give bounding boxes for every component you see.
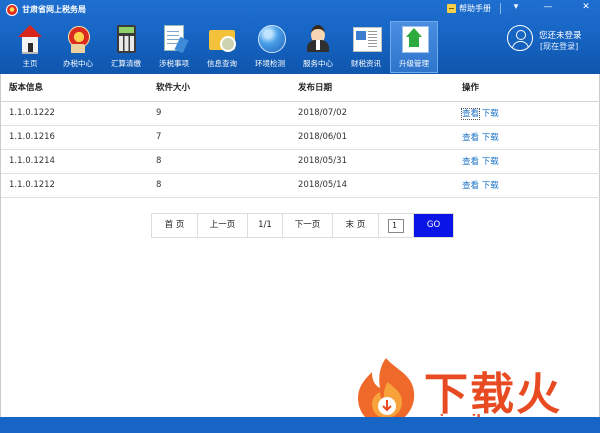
toolbar-item-label: 升级管理 — [399, 59, 429, 68]
version-cell: 1.1.0.1214 — [1, 149, 156, 174]
toolbar-item-label: 信息查询 — [207, 59, 237, 68]
view-link[interactable]: 查看 — [462, 133, 479, 143]
toolbar-item-label: 财税资讯 — [351, 59, 381, 68]
tax-bureau-logo-icon — [6, 4, 18, 16]
date-cell: 2018/06/01 — [298, 125, 462, 150]
size-cell: 9 — [156, 101, 298, 126]
calculator-icon — [110, 24, 142, 54]
prev-page-button[interactable]: 上一页 — [198, 214, 248, 237]
actions-cell: 查看 下载 — [460, 101, 600, 126]
download-link[interactable]: 下载 — [482, 181, 499, 191]
download-link[interactable]: 下载 — [482, 157, 499, 167]
toolbar-item-label: 涉税事项 — [159, 59, 189, 68]
column-header-actions: 操作 — [462, 74, 600, 102]
user-avatar-icon[interactable] — [507, 25, 533, 51]
upgrade-arrow-icon — [398, 24, 430, 54]
size-cell: 7 — [156, 125, 298, 150]
size-cell: 8 — [156, 173, 298, 198]
newspaper-icon — [350, 24, 382, 54]
column-header-date: 发布日期 — [298, 74, 462, 102]
table-row: 1.1.0.1214 8 2018/05/31 查看 下载 — [1, 149, 600, 174]
download-link[interactable]: 下载 — [482, 109, 499, 119]
main-toolbar: 主页 办税中心 汇算清缴 涉税事项 信息查询 环境检测 服务中心 财税资讯 升级… — [6, 21, 438, 73]
column-header-version: 版本信息 — [1, 74, 156, 102]
table-header-row: 版本信息 软件大小 发布日期 操作 — [1, 74, 600, 102]
version-cell: 1.1.0.1216 — [1, 125, 156, 150]
date-cell: 2018/05/31 — [298, 149, 462, 174]
pagination: 首 页 上一页 1/1 下一页 末 页 1 GO — [151, 213, 454, 238]
help-manual-link[interactable]: 帮助手册 — [447, 3, 491, 14]
toolbar-item-tax-news[interactable]: 财税资讯 — [342, 21, 390, 73]
close-button[interactable]: ✕ — [578, 1, 594, 14]
toolbar-item-label: 办税中心 — [63, 59, 93, 68]
toolbar-item-label: 主页 — [22, 59, 38, 68]
actions-cell: 查看 下载 — [462, 149, 600, 174]
home-icon — [14, 24, 46, 54]
go-button[interactable]: GO — [414, 214, 453, 237]
title-bar: 甘肃省网上税务局 帮助手册 ▾ — ✕ 主页 办税中心 汇算清缴 涉税事项 信息… — [0, 0, 600, 74]
column-header-size: 软件大小 — [156, 74, 298, 102]
toolbar-item-service-center[interactable]: 服务中心 — [294, 21, 342, 73]
actions-cell: 查看 下载 — [462, 173, 600, 198]
page-info: 1/1 — [248, 214, 283, 237]
toolbar-item-tax-center[interactable]: 办税中心 — [54, 21, 102, 73]
minimize-button[interactable]: — — [540, 1, 556, 14]
toolbar-item-settlement[interactable]: 汇算清缴 — [102, 21, 150, 73]
toolbar-item-upgrade[interactable]: 升级管理 — [390, 21, 438, 73]
table-row: 1.1.0.1212 8 2018/05/14 查看 下载 — [1, 173, 600, 198]
page-number-input[interactable]: 1 — [388, 219, 404, 233]
toolbar-item-tax-matters[interactable]: 涉税事项 — [150, 21, 198, 73]
view-link[interactable]: 查看 — [460, 108, 481, 120]
menu-dropdown-button[interactable]: ▾ — [508, 1, 524, 14]
globe-icon — [254, 24, 286, 54]
first-page-button[interactable]: 首 页 — [152, 214, 198, 237]
date-cell: 2018/05/14 — [298, 173, 462, 198]
version-table: 版本信息 软件大小 发布日期 操作 1.1.0.1222 9 2018/07/0… — [1, 74, 600, 198]
window-controls-divider — [500, 3, 501, 14]
last-page-button[interactable]: 末 页 — [333, 214, 379, 237]
manual-icon — [447, 4, 456, 13]
version-cell: 1.1.0.1212 — [1, 173, 156, 198]
toolbar-item-label: 汇算清缴 — [111, 59, 141, 68]
login-now-link[interactable]: [现在登录] — [540, 41, 578, 52]
folder-search-icon — [206, 24, 238, 54]
version-cell: 1.1.0.1222 — [1, 101, 156, 126]
toolbar-item-env-check[interactable]: 环境检测 — [246, 21, 294, 73]
table-row: 1.1.0.1222 9 2018/07/02 查看 下载 — [1, 101, 600, 126]
actions-cell: 查看 下载 — [462, 125, 600, 150]
table-row: 1.1.0.1216 7 2018/06/01 查看 下载 — [1, 125, 600, 150]
size-cell: 8 — [156, 149, 298, 174]
view-link[interactable]: 查看 — [462, 157, 479, 167]
download-link[interactable]: 下载 — [482, 133, 499, 143]
next-page-button[interactable]: 下一页 — [283, 214, 333, 237]
status-bar — [0, 417, 600, 433]
toolbar-item-label: 环境检测 — [255, 59, 285, 68]
customer-service-icon — [302, 24, 334, 54]
tax-emblem-icon — [62, 24, 94, 54]
login-status-text: 您还未登录 — [539, 31, 582, 41]
page-number-field: 1 — [379, 214, 414, 237]
toolbar-item-home[interactable]: 主页 — [6, 21, 54, 73]
help-manual-label: 帮助手册 — [459, 4, 491, 13]
date-cell: 2018/07/02 — [298, 101, 462, 126]
toolbar-item-info-query[interactable]: 信息查询 — [198, 21, 246, 73]
app-title: 甘肃省网上税务局 — [22, 5, 86, 14]
view-link[interactable]: 查看 — [462, 181, 479, 191]
document-pen-icon — [158, 24, 190, 54]
toolbar-item-label: 服务中心 — [303, 59, 333, 68]
